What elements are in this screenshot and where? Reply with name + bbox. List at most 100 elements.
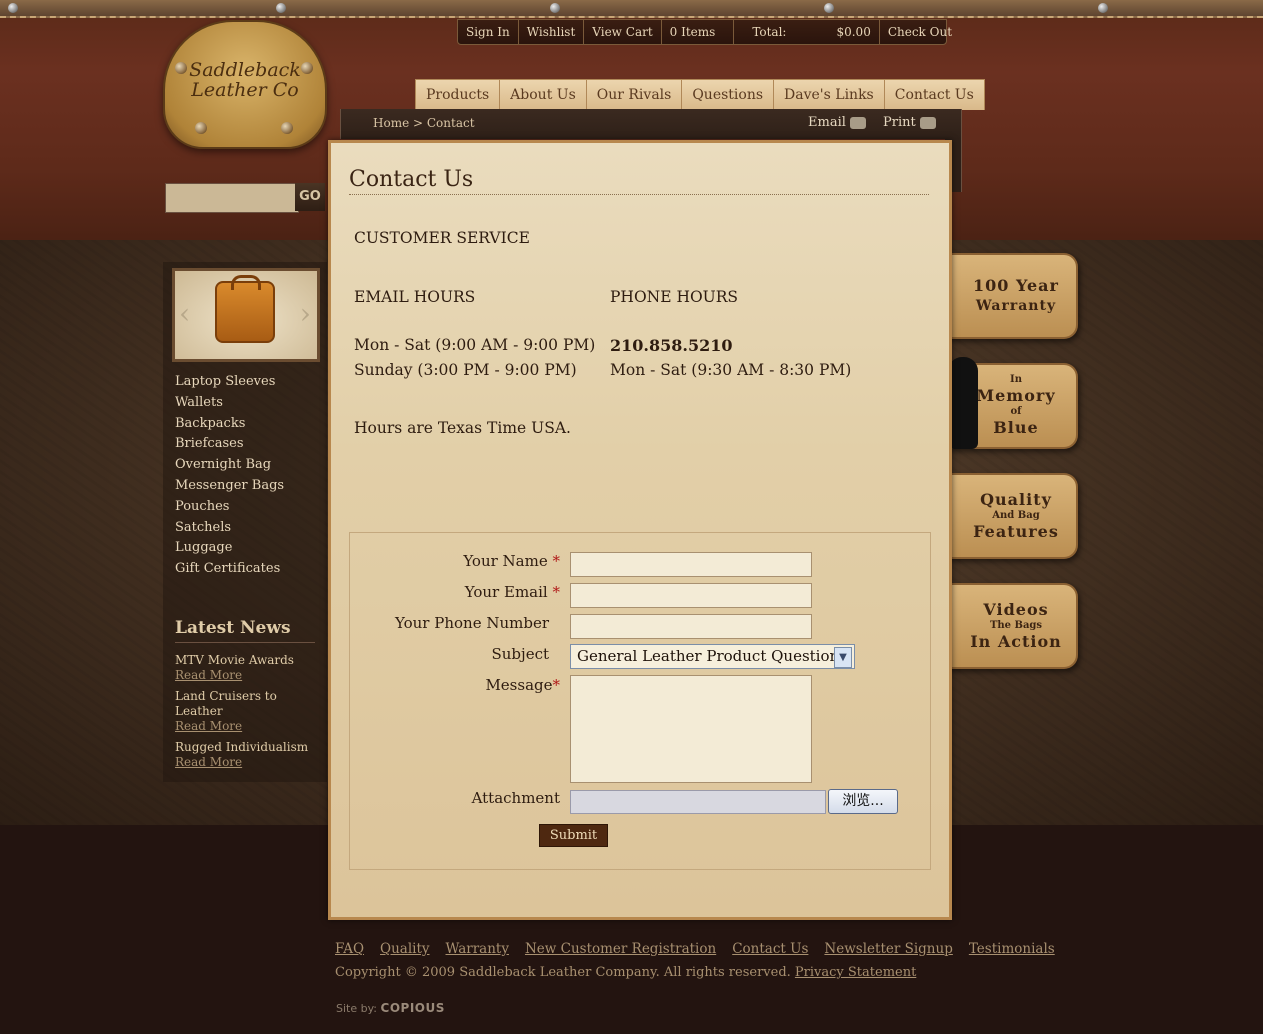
logo-text: Saddleback Leather Co <box>189 59 301 101</box>
featured-product-carousel: ‹ › <box>172 268 320 362</box>
badge-line: In <box>1010 374 1022 385</box>
browse-button[interactable]: 浏览... <box>828 789 898 814</box>
badge-label: Quality And Bag Features <box>964 475 1068 557</box>
category-overnight-bag[interactable]: Overnight Bag <box>175 455 284 476</box>
badge-label: 100 Year Warranty <box>964 255 1068 337</box>
rivet-icon <box>550 3 560 13</box>
copyright: Copyright © 2009 Saddleback Leather Comp… <box>335 965 916 980</box>
rivet-icon <box>8 3 18 13</box>
phone-field[interactable] <box>570 614 812 639</box>
subject-select[interactable]: General Leather Product Questions ▼ <box>570 644 855 669</box>
category-pouches[interactable]: Pouches <box>175 497 284 518</box>
name-label: Your Name * <box>463 552 560 570</box>
rivet-icon <box>1098 3 1108 13</box>
read-more-link[interactable]: Read More <box>175 719 315 734</box>
badge-line: 100 Year <box>973 276 1059 295</box>
account-bar: Sign In Wishlist View Cart 0 Items Total… <box>457 19 952 45</box>
email-hours-sunday: Sunday (3:00 PM - 9:00 PM) <box>354 361 577 379</box>
news-list: MTV Movie Awards Read More Land Cruisers… <box>175 653 315 776</box>
carousel-next-icon[interactable]: › <box>300 297 311 330</box>
latest-news-heading: Latest News <box>175 618 315 643</box>
email-page-link[interactable]: Email <box>808 115 866 130</box>
name-field[interactable] <box>570 552 812 577</box>
required-mark: * <box>552 552 561 570</box>
copious-logo[interactable]: COPIOUS <box>381 1001 445 1015</box>
footer-quality-link[interactable]: Quality <box>380 941 430 957</box>
category-wallets[interactable]: Wallets <box>175 393 284 414</box>
contact-panel: Contact Us CUSTOMER SERVICE EMAIL HOURS … <box>328 140 952 920</box>
bag-handle-shape <box>231 275 261 290</box>
read-more-link[interactable]: Read More <box>175 668 315 683</box>
category-backpacks[interactable]: Backpacks <box>175 414 284 435</box>
attachment-path-field[interactable] <box>570 790 826 814</box>
message-label-text: Message <box>485 676 553 694</box>
phone-hours-heading: PHONE HOURS <box>610 288 739 306</box>
footer-newsletter-link[interactable]: Newsletter Signup <box>824 941 952 957</box>
news-item: Land Cruisers to Leather Read More <box>175 689 315 734</box>
category-briefcases[interactable]: Briefcases <box>175 434 284 455</box>
quality-features-badge[interactable]: Quality And Bag Features <box>946 473 1078 559</box>
warranty-badge[interactable]: 100 Year Warranty <box>946 253 1078 339</box>
breadcrumb-bar: Home > Contact Email Print <box>340 109 962 139</box>
sign-in-link[interactable]: Sign In <box>458 20 519 44</box>
footer-registration-link[interactable]: New Customer Registration <box>525 941 716 957</box>
submit-button[interactable]: Submit <box>539 824 608 847</box>
leather-bag-image[interactable] <box>215 281 275 343</box>
news-title: Land Cruisers to Leather <box>175 689 277 718</box>
print-page-link[interactable]: Print <box>883 115 936 130</box>
message-label: Message* <box>485 676 560 694</box>
stitched-leather-strip <box>0 0 1263 18</box>
wishlist-link[interactable]: Wishlist <box>519 20 585 44</box>
copyright-text: Copyright © 2009 Saddleback Leather Comp… <box>335 965 791 980</box>
privacy-statement-link[interactable]: Privacy Statement <box>795 965 916 980</box>
footer-warranty-link[interactable]: Warranty <box>446 941 509 957</box>
nav-our-rivals[interactable]: Our Rivals <box>587 80 683 110</box>
category-gift-certificates[interactable]: Gift Certificates <box>175 559 284 580</box>
name-label-text: Your Name <box>463 552 548 570</box>
email-hours-weekday: Mon - Sat (9:00 AM - 9:00 PM) <box>354 336 596 354</box>
badge-line: Blue <box>993 418 1039 437</box>
rivet-icon <box>281 122 293 134</box>
attachment-label: Attachment <box>471 789 560 807</box>
badge-line: Videos <box>983 600 1049 619</box>
videos-badge[interactable]: Videos The Bags In Action <box>946 583 1078 669</box>
carousel-prev-icon[interactable]: ‹ <box>179 297 190 330</box>
nav-daves-links[interactable]: Dave's Links <box>774 80 885 110</box>
badge-label: Videos The Bags In Action <box>964 585 1068 667</box>
search-input[interactable] <box>165 183 299 213</box>
checkout-link[interactable]: Check Out <box>880 20 960 44</box>
required-mark: * <box>552 583 561 601</box>
cart-item-count: 0 Items <box>662 20 735 44</box>
category-luggage[interactable]: Luggage <box>175 538 284 559</box>
category-messenger-bags[interactable]: Messenger Bags <box>175 476 284 497</box>
nav-products[interactable]: Products <box>416 80 501 110</box>
nav-contact-us[interactable]: Contact Us <box>885 80 984 110</box>
footer-faq-link[interactable]: FAQ <box>335 941 364 957</box>
read-more-link[interactable]: Read More <box>175 755 315 770</box>
saddleback-logo[interactable]: Saddleback Leather Co <box>163 20 327 149</box>
nav-questions[interactable]: Questions <box>682 80 775 110</box>
phone-hours: Mon - Sat (9:30 AM - 8:30 PM) <box>610 361 852 379</box>
rivet-icon <box>276 3 286 13</box>
nav-about-us[interactable]: About Us <box>500 80 587 110</box>
news-item: Rugged Individualism Read More <box>175 740 315 770</box>
view-cart-link[interactable]: View Cart <box>584 20 662 44</box>
breadcrumb-home[interactable]: Home <box>373 116 409 130</box>
footer-testimonials-link[interactable]: Testimonials <box>969 941 1055 957</box>
search-go-button[interactable]: GO <box>295 183 325 211</box>
chevron-down-icon[interactable]: ▼ <box>834 647 852 668</box>
news-title: Rugged Individualism <box>175 740 309 754</box>
category-laptop-sleeves[interactable]: Laptop Sleeves <box>175 372 284 393</box>
message-field[interactable] <box>570 675 812 783</box>
phone-number[interactable]: 210.858.5210 <box>610 336 732 355</box>
category-satchels[interactable]: Satchels <box>175 518 284 539</box>
footer-contact-link[interactable]: Contact Us <box>732 941 808 957</box>
cart-total-label: Total: <box>752 25 787 39</box>
timezone-note: Hours are Texas Time USA. <box>354 419 571 437</box>
phone-label: Your Phone Number <box>395 614 549 632</box>
news-title: MTV Movie Awards <box>175 653 294 667</box>
breadcrumb-current: Contact <box>426 116 475 130</box>
cart-total-value: $0.00 <box>828 20 880 44</box>
footer-links: FAQ Quality Warranty New Customer Regist… <box>335 941 1055 957</box>
email-field[interactable] <box>570 583 812 608</box>
